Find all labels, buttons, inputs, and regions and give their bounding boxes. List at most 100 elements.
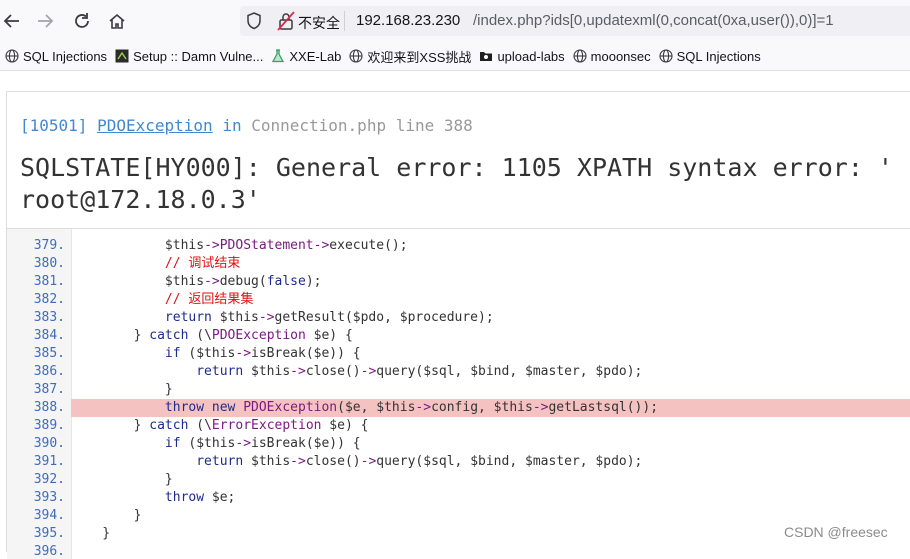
line-code: throw $e; [164,490,236,505]
bookmark-label: XXE-Lab [289,48,342,64]
source-line: 385. if ($this->isBreak($e)) { [7,345,910,363]
source-line: 389. } catch (\ErrorException $e) { [7,417,910,435]
insecure-label[interactable]: 不安全 [298,13,340,33]
line-number: 385. [33,346,65,361]
line-number: 392. [33,472,65,487]
exception-file: Connection.php [251,116,387,135]
exception-class-link[interactable]: PDOException [97,116,213,135]
bookmark-label: SQL Injections [676,48,761,64]
globe-icon [5,49,19,63]
insecure-lock-icon[interactable] [277,11,295,31]
bookmark-upload-labs[interactable]: upload-labs [476,45,567,67]
bookmark-xxe-lab[interactable]: XXE-Lab [268,45,344,67]
page-content: [10501] PDOException in Connection.php l… [0,71,910,559]
home-icon [109,13,125,29]
bookmark-label: Setup :: Damn Vulne... [133,48,264,64]
forward-button[interactable] [33,9,57,33]
bookmark-mooonsec[interactable]: mooonsec [570,45,654,67]
source-line: 383. return $this->getResult($pdo, $proc… [7,309,910,327]
exception-panel: [10501] PDOException in Connection.php l… [6,91,910,559]
message-line-1: SQLSTATE[HY000]: General error: 1105 XPA… [20,153,893,182]
line-code: $this->PDOStatement->execute(); [71,238,408,253]
line-code: return $this->close()->query($sql, $bind… [196,364,643,379]
bookmark-dvwa[interactable]: Setup :: Damn Vulne... [112,45,266,67]
line-number: 383. [33,310,65,325]
line-code: if ($this->isBreak($e)) { [164,436,361,451]
line-word: line [395,116,435,135]
line-number: 381. [33,274,65,289]
line-code: } catch (\PDOException $e) { [71,328,353,343]
url-path[interactable]: /index.php?ids[0,updatexml(0,concat(0xa,… [473,12,834,29]
source-line: 384. } catch (\PDOException $e) { [7,327,910,345]
line-code: return $this->getResult($pdo, $procedure… [164,310,494,325]
address-bar[interactable]: 不安全 192.168.23.230 /index.php?ids[0,upda… [240,6,910,36]
line-code: // 调试结束 [71,256,241,271]
line-number: 391. [33,454,65,469]
source-line: 379. $this->PDOStatement->execute(); [7,237,910,255]
bookmark-label: upload-labs [497,48,565,64]
watermark: CSDN @freesec [784,524,888,540]
folder-icon [480,52,493,61]
line-number: 396. [33,544,65,559]
shield-icon[interactable] [244,11,264,31]
line-code: // 返回结果集 [71,292,254,307]
source-line: 396. [7,543,910,559]
line-number: 395. [33,526,65,541]
line-number: 386. [33,364,65,379]
message-line-2: root@172.18.0.3' [20,185,261,214]
line-number: 388. [33,400,65,415]
source-line: 393. throw $e; [7,489,910,507]
source-line: 382. // 返回结果集 [7,291,910,309]
browser-toolbar: 不安全 192.168.23.230 /index.php?ids[0,upda… [0,0,910,42]
source-line: 390. if ($this->isBreak($e)) { [7,435,910,453]
flask-icon [272,49,285,63]
line-number: 394. [33,508,65,523]
in-word: in [222,116,242,135]
line-code: if ($this->isBreak($e)) { [164,346,361,361]
source-line: 381. $this->debug(false); [7,273,910,291]
line-code: } [71,382,173,397]
source-line: 388. throw new PDOException($e, $this->c… [7,399,910,417]
line-number: 382. [33,292,65,307]
line-number: 393. [33,490,65,505]
url-host[interactable]: 192.168.23.230 [356,12,460,29]
line-number: 380. [33,256,65,271]
line-code: } [71,508,142,523]
home-button[interactable] [105,9,129,33]
line-number: 387. [33,382,65,397]
source-line: 395. } [7,525,910,543]
bookmark-xss-challenge[interactable]: 欢迎来到XSS挑战 [346,45,474,67]
source-line: 392. } [7,471,910,489]
bookmark-label: SQL Injections [23,48,108,64]
reload-icon [75,13,89,28]
bookmarks-bar: SQL Injections Setup :: Damn Vulne... XX… [0,42,910,71]
error-code: [10501] [20,116,88,135]
source-line: 380. // 调试结束 [7,255,910,273]
back-button[interactable] [0,9,24,33]
exception-message: SQLSTATE[HY000]: General error: 1105 XPA… [20,152,910,216]
line-number: 379. [33,238,65,253]
source-line: 386. return $this->close()->query($sql, … [7,363,910,381]
exception-header: [10501] PDOException in Connection.php l… [7,92,910,228]
line-code: } [71,472,173,487]
bookmark-sql-injections-2[interactable]: SQL Injections [656,45,764,67]
arrow-right-icon [38,14,54,28]
bookmark-label: mooonsec [590,48,651,64]
bookmark-sql-injections[interactable]: SQL Injections [2,45,110,67]
line-code: return $this->close()->query($sql, $bind… [196,454,643,469]
globe-icon [659,49,673,63]
arrow-left-icon [3,14,19,28]
address-separator [344,11,345,31]
source-line: 387. } [7,381,910,399]
line-number: 389. [33,418,65,433]
line-code: $this->debug(false); [71,274,322,289]
dvwa-icon [115,49,129,63]
reload-button[interactable] [70,9,94,33]
globe-icon [349,49,363,63]
source-code-view: 379. $this->PDOStatement->execute(); 380.… [7,228,910,559]
line-code: throw new PDOException($e, $this->config… [71,399,910,417]
exception-line: 388 [443,116,473,135]
globe-icon [573,49,587,63]
bookmark-label: 欢迎来到XSS挑战 [367,49,472,65]
line-code: } catch (\ErrorException $e) { [71,418,369,433]
